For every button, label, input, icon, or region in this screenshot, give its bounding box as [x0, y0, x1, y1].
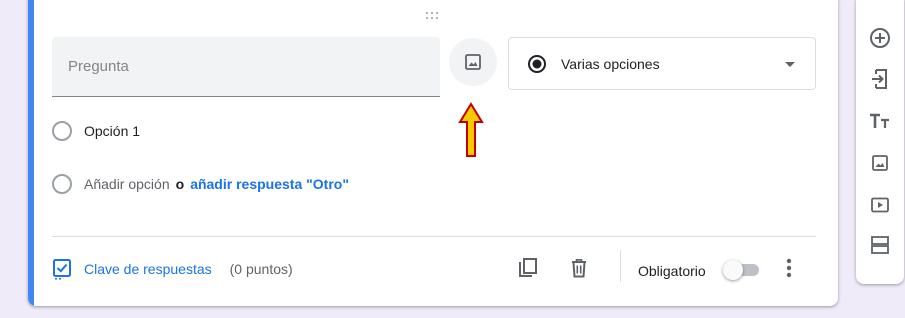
title-text-icon: [870, 113, 889, 128]
points-label: (0 puntos): [229, 261, 293, 277]
add-question-button[interactable]: [866, 24, 894, 52]
question-type-dropdown[interactable]: Varias opciones: [508, 37, 816, 90]
answer-key-link[interactable]: Clave de respuestas: [84, 261, 212, 277]
required-toggle[interactable]: [723, 258, 759, 280]
video-icon: [871, 197, 889, 213]
answer-key-group[interactable]: Clave de respuestas (0 puntos): [52, 258, 293, 280]
trash-icon: [572, 259, 586, 278]
radio-checked-icon: [528, 55, 546, 73]
image-icon: [465, 54, 481, 70]
side-toolbar: [856, 0, 904, 284]
required-label: Obligatorio: [638, 263, 706, 279]
copy-icon: [519, 258, 537, 277]
checkbox-checked-icon: [53, 259, 71, 280]
more-options-button[interactable]: [775, 254, 803, 282]
question-type-label: Varias opciones: [561, 56, 660, 72]
question-card: Varias opciones Opción 1 Añadir opción o…: [28, 0, 838, 306]
option-row: Opción 1: [52, 121, 140, 141]
add-circle-icon: [870, 28, 890, 48]
add-other-link[interactable]: añadir respuesta "Otro": [190, 176, 349, 192]
delete-button[interactable]: [565, 254, 593, 282]
add-image-button[interactable]: [449, 38, 497, 86]
add-image-tool-button[interactable]: [866, 149, 894, 177]
add-section-button[interactable]: [866, 231, 894, 259]
question-input[interactable]: [68, 37, 428, 96]
import-questions-button[interactable]: [866, 65, 894, 93]
import-icon: [872, 69, 887, 89]
add-title-button[interactable]: [866, 107, 894, 135]
add-option-link[interactable]: Añadir opción: [84, 176, 170, 192]
annotation-arrow-icon: [458, 102, 484, 157]
image-icon: [872, 155, 888, 171]
footer-separator: [620, 250, 621, 282]
option-label[interactable]: Opción 1: [84, 123, 140, 139]
footer-divider: [52, 236, 816, 237]
active-accent-bar: [28, 0, 34, 306]
radio-unchecked-icon: [52, 121, 72, 141]
add-video-button[interactable]: [866, 191, 894, 219]
section-icon: [871, 236, 889, 254]
duplicate-button[interactable]: [514, 254, 542, 282]
question-title-field[interactable]: [52, 37, 440, 97]
radio-unchecked-icon: [52, 174, 72, 194]
more-vert-icon: [786, 258, 792, 278]
or-separator: o: [175, 176, 185, 192]
chevron-down-icon: [785, 62, 795, 67]
add-option-row: Añadir opción o añadir respuesta "Otro": [52, 174, 349, 194]
drag-handle-icon[interactable]: [426, 12, 442, 22]
